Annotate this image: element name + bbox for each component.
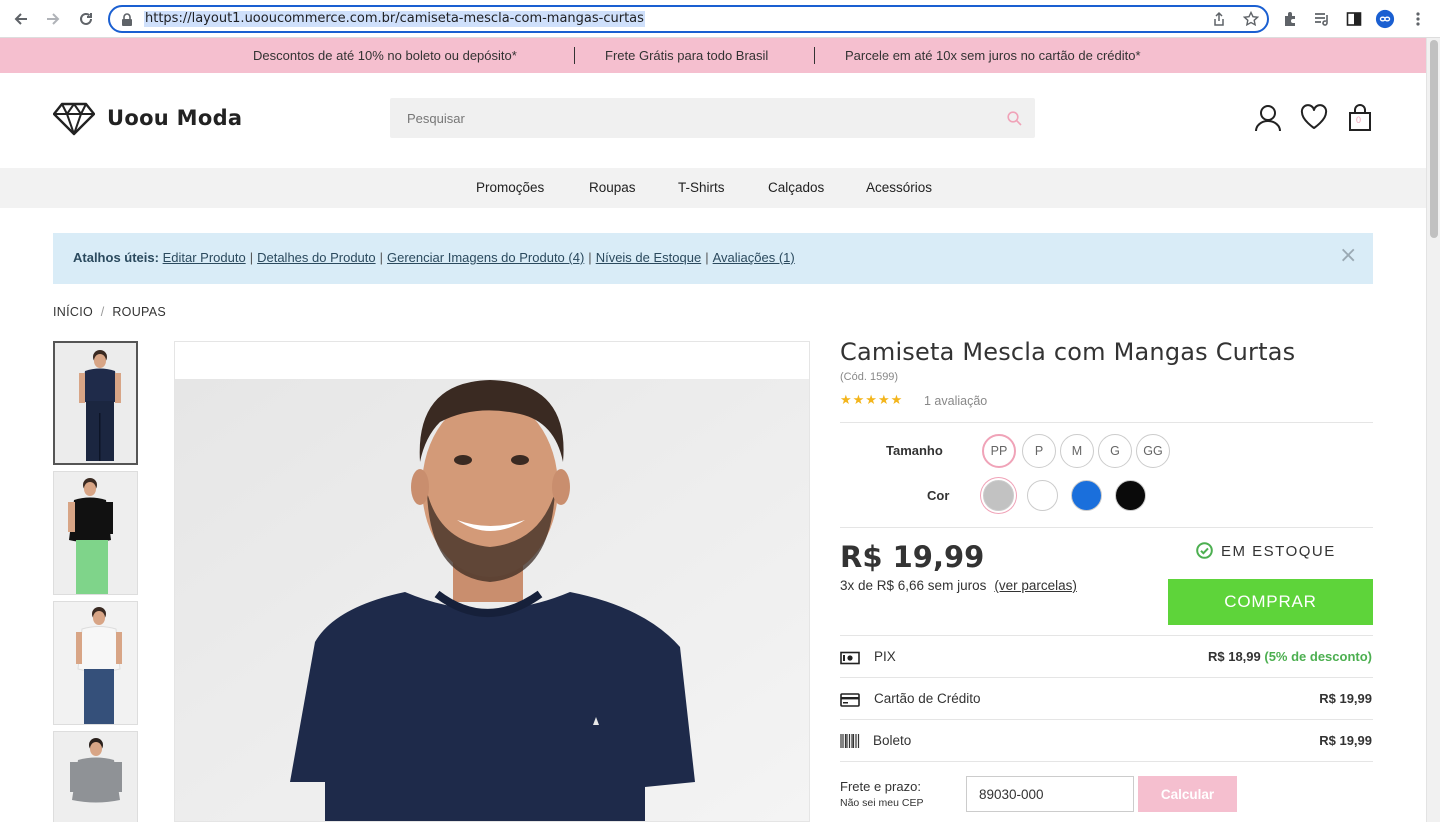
scrollbar-thumb[interactable]	[1430, 40, 1438, 238]
forward-icon[interactable]	[42, 8, 64, 30]
product-main-image[interactable]	[174, 341, 810, 822]
promo-item: Parcele em até 10x sem juros no cartão d…	[845, 48, 1141, 63]
size-option-g[interactable]: G	[1098, 434, 1132, 468]
menu-item-calcados[interactable]: Calçados	[768, 180, 824, 195]
shortcut-stock-levels[interactable]: Níveis de Estoque	[596, 250, 702, 265]
cart-count: 0	[1356, 115, 1362, 125]
freight-label: Frete e prazo:	[840, 779, 921, 794]
cash-icon	[840, 650, 860, 665]
size-option-gg[interactable]: GG	[1136, 434, 1170, 468]
search-box	[390, 98, 1035, 138]
color-option-blue[interactable]	[1071, 480, 1102, 511]
browser-toolbar: https://layout1.uooucommerce.com.br/cami…	[0, 0, 1440, 38]
shortcuts-line: Atalhos úteis: Editar Produto | Detalhes d…	[73, 250, 795, 265]
product-thumbnail[interactable]	[53, 731, 138, 822]
installments-info: 3x de R$ 6,66 sem juros (ver parcelas)	[840, 578, 1077, 593]
color-option-black[interactable]	[1115, 480, 1146, 511]
shortcut-reviews[interactable]: Avaliações (1)	[713, 250, 795, 265]
payment-value-card: R$ 19,99	[1319, 691, 1372, 706]
credit-card-icon	[840, 692, 860, 707]
lock-icon[interactable]	[121, 12, 133, 31]
divider	[840, 422, 1373, 423]
cep-input[interactable]	[966, 776, 1134, 812]
profile-icon[interactable]	[1375, 9, 1395, 29]
payment-value-boleto: R$ 19,99	[1319, 733, 1372, 748]
color-option-white[interactable]	[1027, 480, 1058, 511]
extensions-icon[interactable]	[1280, 9, 1300, 29]
calculate-button[interactable]: Calcular	[1138, 776, 1237, 812]
payment-label-boleto: Boleto	[873, 733, 912, 748]
payment-label-pix: PIX	[874, 649, 896, 664]
payment-label-card: Cartão de Crédito	[874, 691, 981, 706]
shortcut-product-details[interactable]: Detalhes do Produto	[257, 250, 376, 265]
cart-bag-icon[interactable]: 0	[1347, 104, 1373, 136]
rating-count[interactable]: 1 avaliação	[924, 394, 987, 408]
size-option-pp[interactable]: PP	[982, 434, 1016, 468]
product-thumbnail[interactable]	[53, 341, 138, 465]
promo-separator	[574, 47, 575, 64]
menu-item-acessorios[interactable]: Acessórios	[866, 180, 932, 195]
stock-status: EM ESTOQUE	[1221, 543, 1336, 560]
product-title: Camiseta Mescla com Mangas Curtas	[840, 338, 1296, 366]
promo-item: Descontos de até 10% no boleto ou depósi…	[253, 48, 517, 63]
shortcut-edit-product[interactable]: Editar Produto	[163, 250, 246, 265]
buy-button[interactable]: COMPRAR	[1168, 579, 1373, 625]
close-icon[interactable]: ×	[1339, 244, 1357, 268]
shortcut-manage-images[interactable]: Gerenciar Imagens do Produto (4)	[387, 250, 584, 265]
size-label: Tamanho	[886, 443, 943, 458]
color-label: Cor	[927, 488, 950, 503]
breadcrumb-roupas[interactable]: ROUPAS	[112, 305, 166, 319]
menu-item-tshirts[interactable]: T-Shirts	[678, 180, 725, 195]
product-thumbnail[interactable]	[53, 471, 138, 595]
page-scrollbar[interactable]	[1426, 38, 1440, 822]
payment-value-pix: R$ 18,99 (5% de desconto)	[1208, 649, 1372, 664]
divider	[840, 719, 1373, 720]
wishlist-heart-icon[interactable]	[1300, 104, 1328, 134]
divider	[840, 635, 1373, 636]
more-icon[interactable]	[1408, 9, 1428, 29]
menu-item-roupas[interactable]: Roupas	[589, 180, 636, 195]
rating-stars[interactable]: ★★★★★	[840, 393, 903, 408]
promo-item: Frete Grátis para todo Brasil	[605, 48, 769, 63]
shortcuts-title: Atalhos úteis:	[73, 250, 159, 265]
divider	[840, 677, 1373, 678]
size-option-m[interactable]: M	[1060, 434, 1094, 468]
shortcuts-alert: Atalhos úteis: Editar Produto | Detalhes d…	[53, 233, 1373, 284]
address-bar[interactable]: https://layout1.uooucommerce.com.br/cami…	[108, 5, 1269, 33]
promo-separator	[814, 47, 815, 64]
size-option-p[interactable]: P	[1022, 434, 1056, 468]
promo-bar: Descontos de até 10% no boleto ou depósi…	[0, 38, 1426, 73]
reading-list-icon[interactable]	[1312, 9, 1332, 29]
share-icon[interactable]	[1211, 11, 1227, 31]
main-menu: Promoções Roupas T-Shirts Calçados Acess…	[0, 168, 1426, 208]
installments-link[interactable]: (ver parcelas)	[994, 578, 1077, 593]
divider	[840, 761, 1373, 762]
side-panel-icon[interactable]	[1344, 9, 1364, 29]
logo-text[interactable]: Uoou Moda	[107, 106, 242, 130]
unknown-cep-link[interactable]: Não sei meu CEP	[840, 797, 923, 809]
breadcrumb-home[interactable]: INÍCIO	[53, 305, 93, 319]
user-account-icon[interactable]	[1254, 104, 1282, 136]
divider	[840, 527, 1373, 528]
breadcrumb-separator: /	[100, 305, 105, 319]
url-text[interactable]: https://layout1.uooucommerce.com.br/cami…	[144, 11, 645, 27]
reload-icon[interactable]	[75, 8, 97, 30]
color-option-gray[interactable]	[983, 480, 1014, 511]
product-price: R$ 19,99	[840, 540, 985, 574]
back-icon[interactable]	[10, 8, 32, 30]
installments-text: 3x de R$ 6,66 sem juros	[840, 578, 987, 593]
product-code: (Cód. 1599)	[840, 371, 899, 383]
search-input[interactable]	[390, 98, 990, 138]
diamond-logo-icon[interactable]	[52, 102, 96, 140]
menu-item-promocoes[interactable]: Promoções	[476, 180, 544, 195]
bookmark-star-icon[interactable]	[1242, 10, 1260, 31]
search-icon[interactable]	[1007, 111, 1022, 130]
pix-price: R$ 18,99	[1207, 649, 1261, 664]
pix-discount: (5% de desconto)	[1264, 649, 1372, 664]
breadcrumb: INÍCIO / ROUPAS	[53, 305, 166, 319]
product-thumbnail[interactable]	[53, 601, 138, 725]
barcode-icon	[840, 733, 860, 748]
in-stock-check-icon	[1196, 542, 1213, 563]
